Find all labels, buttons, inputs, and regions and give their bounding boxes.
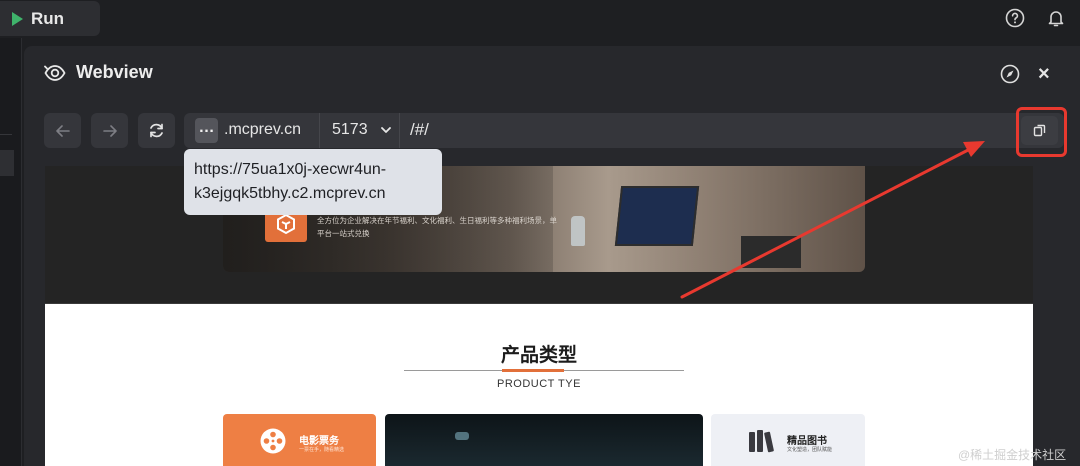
- film-reel-icon: [260, 428, 286, 454]
- card-subtitle: 文化塑造，团队赋能: [787, 447, 833, 453]
- product-card-movie[interactable]: 电影票务 一票在手，随看精选: [223, 414, 376, 466]
- play-icon: [12, 11, 23, 26]
- url-path-input[interactable]: /#/: [410, 120, 429, 140]
- card-title: 精品图书: [787, 436, 827, 447]
- top-bar: Run: [0, 0, 1080, 38]
- watermark: @稀土掘金技术社区: [958, 448, 1067, 462]
- reload-icon: [150, 123, 163, 138]
- compass-icon[interactable]: [1000, 64, 1020, 84]
- arrow-left-icon: [55, 124, 70, 137]
- eye-icon: [44, 64, 66, 81]
- card-title: 电影票务: [299, 436, 339, 447]
- panel-title: Webview: [76, 62, 153, 82]
- reload-button[interactable]: [138, 113, 175, 148]
- bottle-shape: [571, 216, 585, 246]
- card-subtitle: 一票在手，随看精选: [299, 447, 345, 453]
- full-url-tooltip: https://75ua1x0j-xecwr4un- k3ejgqk5tbhy.…: [184, 149, 442, 215]
- close-button[interactable]: ×: [1038, 64, 1050, 84]
- run-button[interactable]: Run: [0, 1, 100, 36]
- section-subtitle: PRODUCT TYE: [497, 378, 581, 390]
- sidebar-divider: [0, 134, 12, 135]
- left-sidebar: [0, 38, 22, 466]
- url-bar[interactable]: … .mcprev.cn 5173 /#/: [184, 113, 1064, 148]
- url-separator: [399, 113, 400, 148]
- section-title: 产品类型: [500, 345, 577, 366]
- panel-header: Webview: [44, 62, 153, 83]
- port-select-value[interactable]: 5173: [332, 121, 368, 139]
- laptop-shape: [614, 186, 700, 246]
- laptop-shape: [741, 236, 801, 268]
- chevron-down-icon[interactable]: [379, 123, 393, 137]
- tooltip-url-line: https://75ua1x0j-xecwr4un-: [194, 161, 387, 178]
- bell-icon[interactable]: [1046, 8, 1066, 28]
- books-icon: [749, 430, 774, 453]
- url-separator: [319, 113, 320, 148]
- title-accent-bar: [502, 369, 564, 372]
- forward-button[interactable]: [91, 113, 128, 148]
- copy-button-highlight: [1016, 107, 1067, 157]
- hero-description: 全方位为企业解决在年节福利、文化福利、生日福利等多种福利场景，单平台一站式兑换: [317, 216, 557, 238]
- run-label: Run: [31, 8, 65, 28]
- sidebar-selected-item[interactable]: [0, 150, 14, 176]
- arrow-right-icon: [102, 124, 117, 137]
- lamp-shape: [455, 432, 469, 440]
- product-card-image[interactable]: [385, 414, 703, 466]
- product-card-books[interactable]: 精品图书 文化塑造，团队赋能: [711, 414, 865, 466]
- expand-url-button[interactable]: …: [195, 118, 218, 143]
- url-domain: .mcprev.cn: [224, 121, 302, 138]
- help-circle-icon[interactable]: [1005, 8, 1025, 28]
- tooltip-url-line: k3ejgqk5tbhy.c2.mcprev.cn: [194, 185, 386, 202]
- back-button[interactable]: [44, 113, 81, 148]
